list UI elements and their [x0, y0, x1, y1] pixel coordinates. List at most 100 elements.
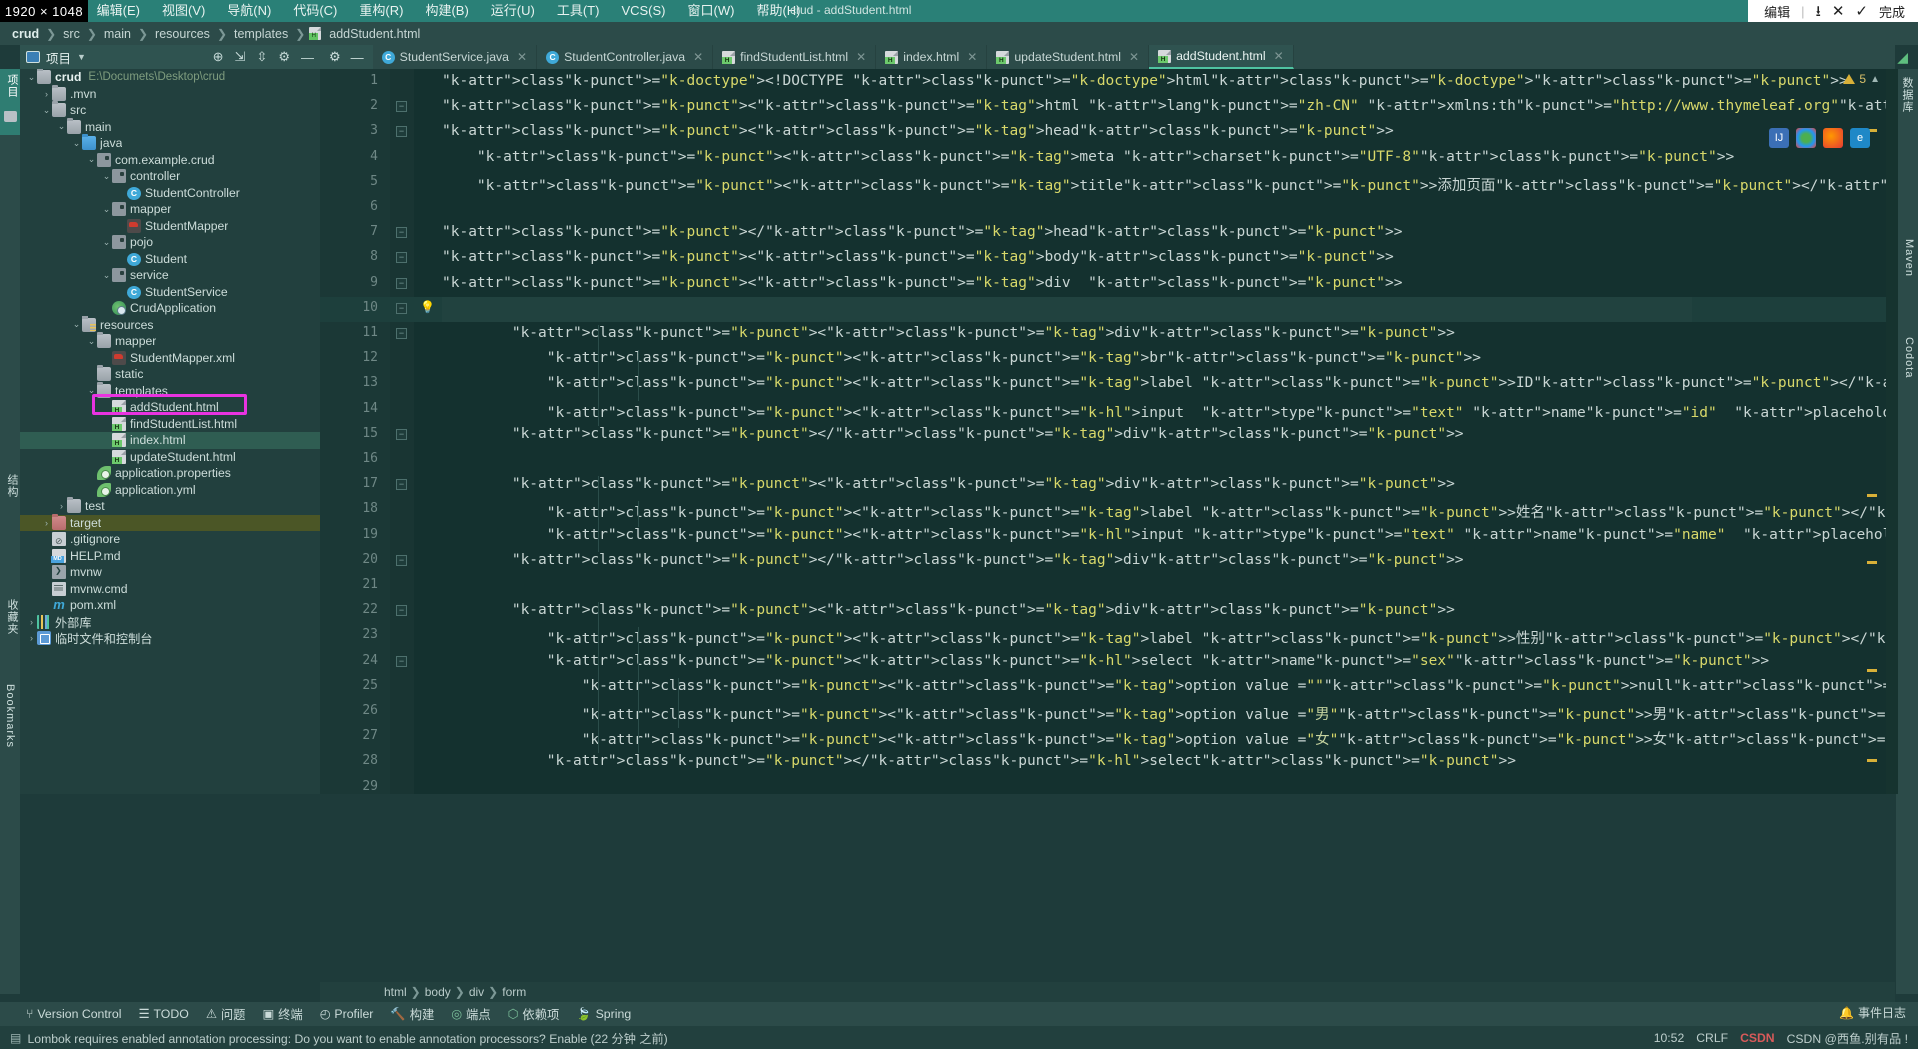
tool-window-project[interactable]: 项目 — [4, 74, 20, 98]
bottom-item-spring[interactable]: 🍃 Spring — [576, 1007, 631, 1022]
code-line[interactable]: "k-attr">class"k-punct">="k-punct"><"k-a… — [442, 401, 1895, 422]
chrome-icon[interactable] — [1796, 128, 1816, 148]
code-line[interactable]: "k-attr">class"k-punct">="k-punct"><"k-a… — [442, 123, 1394, 139]
tab-student-controller[interactable]: C StudentController.java ✕ — [537, 45, 714, 69]
menu-item-code[interactable]: 代码(C) — [282, 0, 348, 22]
tree-item-service[interactable]: ⌄ service — [20, 267, 320, 284]
warning-marker[interactable] — [1867, 669, 1877, 672]
tree-item-pojo[interactable]: ⌄ pojo — [20, 234, 320, 251]
code-line[interactable]: "k-attr">class"k-punct">="k-punct"><"k-a… — [442, 249, 1394, 265]
breadcrumb-src[interactable]: src — [60, 27, 83, 41]
tree-item-controller[interactable]: ⌄ controller — [20, 168, 320, 185]
close-icon[interactable]: ✕ — [1129, 50, 1139, 64]
tree-item-com-example-crud[interactable]: ⌄ com.example.crud — [20, 152, 320, 169]
close-icon[interactable]: ✕ — [693, 50, 703, 64]
tree-item-crudapplication[interactable]: CrudApplication — [20, 300, 320, 317]
collapse-all-icon[interactable]: ⇲ — [235, 49, 246, 65]
chevron-down-icon[interactable]: ⌄ — [86, 385, 97, 396]
bottom-item-todo[interactable]: ☰ TODO — [138, 1007, 188, 1021]
intention-column[interactable] — [414, 69, 442, 794]
tree-item-student[interactable]: C Student — [20, 251, 320, 268]
fold-marker[interactable] — [396, 655, 407, 667]
tree-item-target[interactable]: › target — [20, 513, 320, 531]
code-line[interactable]: "k-attr">class"k-punct">="k-punct"><"k-a… — [442, 149, 1734, 165]
breadcrumb-templates[interactable]: templates — [231, 27, 291, 41]
menu-item-edit[interactable]: 编辑(E) — [86, 0, 151, 22]
tree-item-pom-xml[interactable]: m pom.xml — [20, 597, 320, 614]
code-line[interactable]: "k-attr">class"k-punct">="k-punct"><"k-a… — [442, 703, 1895, 724]
code-line[interactable]: "k-attr">class"k-punct">="k-punct"><"k-a… — [442, 728, 1895, 749]
tree-item-application-yml[interactable]: application.yml — [20, 482, 320, 499]
fold-marker[interactable] — [396, 126, 407, 138]
chevron-down-icon[interactable]: ▼ — [77, 52, 86, 62]
code-line[interactable]: "k-attr">class"k-punct">="k-punct"><"k-a… — [442, 678, 1895, 694]
minimize-icon[interactable]: — — [301, 50, 314, 65]
chevron-down-icon[interactable]: ⌄ — [101, 237, 112, 248]
chevron-down-icon[interactable]: ⌄ — [101, 171, 112, 182]
fold-marker[interactable] — [396, 428, 407, 440]
tree-item-index-html[interactable]: index.html — [20, 432, 320, 449]
inspection-warning-badge[interactable]: 5 ▲ — [1843, 72, 1880, 86]
warning-marker[interactable] — [1867, 494, 1877, 497]
chevron-down-icon[interactable]: ⌄ — [101, 270, 112, 281]
tool-window-maven[interactable]: Maven — [1903, 239, 1915, 277]
chevron-down-icon[interactable]: ⌄ — [86, 336, 97, 347]
tree-item-templates[interactable]: ⌄ templates — [20, 381, 320, 400]
fold-marker[interactable] — [396, 554, 407, 566]
menu-item-navigate[interactable]: 导航(N) — [216, 0, 282, 22]
tab-find-student-list[interactable]: findStudentList.html ✕ — [713, 45, 877, 69]
breadcrumb-main[interactable]: main — [101, 27, 134, 41]
fold-marker[interactable] — [396, 227, 407, 239]
menu-item-run[interactable]: 运行(U) — [480, 0, 546, 22]
tree-item-studentmapper-xml[interactable]: StudentMapper.xml — [20, 350, 320, 367]
tree-item-mapper[interactable]: ⌄ mapper — [20, 201, 320, 218]
tool-window-codota[interactable]: Codota — [1903, 337, 1915, 378]
tree-item--[interactable]: › 外部库 — [20, 614, 320, 631]
chevron-down-icon[interactable]: ⌄ — [86, 154, 97, 165]
close-icon[interactable]: ✕ — [1832, 4, 1845, 19]
tree-item-help-md[interactable]: HELP.md — [20, 548, 320, 565]
download-icon[interactable]: ⭳ — [1816, 4, 1821, 19]
chevron-down-icon[interactable]: ⌄ — [41, 105, 52, 116]
chevron-down-icon[interactable]: ⌄ — [71, 319, 82, 330]
tree-item-java[interactable]: ⌄ java — [20, 134, 320, 152]
fold-marker[interactable] — [396, 605, 407, 617]
menu-item-view[interactable]: 视图(V) — [151, 0, 216, 22]
breadcrumb-crud[interactable]: crud — [9, 27, 42, 41]
event-log-button[interactable]: 🔔 事件日志 — [1839, 1004, 1906, 1021]
chevron-up-icon[interactable]: ▲ — [1870, 74, 1880, 85]
breadcrumb-file[interactable]: addStudent.html — [326, 27, 423, 41]
chevron-down-icon[interactable]: ⌄ — [56, 121, 67, 132]
minimize-icon[interactable]: — — [351, 50, 364, 65]
chevron-right-icon[interactable]: › — [26, 617, 37, 627]
expand-icon[interactable]: ⇳ — [256, 49, 267, 65]
code-line[interactable]: "k-attr">class"k-punct">="k-punct"></"k-… — [442, 426, 1464, 442]
tree-item-studentservice[interactable]: C StudentService — [20, 284, 320, 301]
menu-item-refactor[interactable]: 重构(R) — [348, 0, 414, 22]
tree-item-studentmapper[interactable]: StudentMapper — [20, 218, 320, 235]
check-icon[interactable]: ✓ — [1855, 4, 1868, 19]
menu-item-build[interactable]: 构建(B) — [414, 0, 479, 22]
code-line[interactable]: "k-attr">class"k-punct">="k-punct"><"k-a… — [442, 174, 1895, 195]
tab-student-service[interactable]: C StudentService.java ✕ — [373, 45, 538, 69]
tree-item-mvnw[interactable]: mvnw — [20, 564, 320, 581]
code-line[interactable]: "k-attr">class"k-punct">="k-punct"></"k-… — [442, 224, 1402, 240]
tree-item-crud[interactable]: ⌄ crud E:\Documets\Desktop\crud — [20, 69, 320, 86]
code-line[interactable]: "k-attr">class"k-punct">="k-punct"><"k-a… — [442, 98, 1895, 114]
recording-done-label[interactable]: 完成 — [1879, 2, 1905, 21]
bottom-item-problems[interactable]: ⚠ 问题 — [206, 1005, 246, 1023]
code-line[interactable]: "k-attr">class"k-punct">="k-punct"><"k-a… — [442, 375, 1895, 391]
chevron-right-icon[interactable]: › — [41, 89, 52, 99]
code-line[interactable]: "k-attr">class"k-punct">="k-punct"><"k-a… — [442, 476, 1455, 492]
intention-bulb-icon[interactable]: 💡 — [420, 300, 435, 314]
fold-marker[interactable] — [396, 479, 407, 491]
chevron-down-icon[interactable]: ⌄ — [71, 138, 82, 149]
bottom-item-dependencies[interactable]: ⬡ 依赖项 — [508, 1005, 560, 1023]
tree-item--[interactable]: › 临时文件和控制台 — [20, 630, 320, 647]
locate-icon[interactable]: ⊕ — [213, 49, 224, 65]
warning-marker[interactable] — [1867, 561, 1877, 564]
code-line[interactable]: "k-attr">class"k-punct">="k-punct"></"k-… — [442, 552, 1464, 568]
code-line[interactable]: "k-attr">class"k-punct">="k-punct"><"k-a… — [442, 527, 1895, 543]
tree-item-main[interactable]: ⌄ main — [20, 117, 320, 136]
tab-update-student[interactable]: updateStudent.html ✕ — [987, 45, 1150, 69]
